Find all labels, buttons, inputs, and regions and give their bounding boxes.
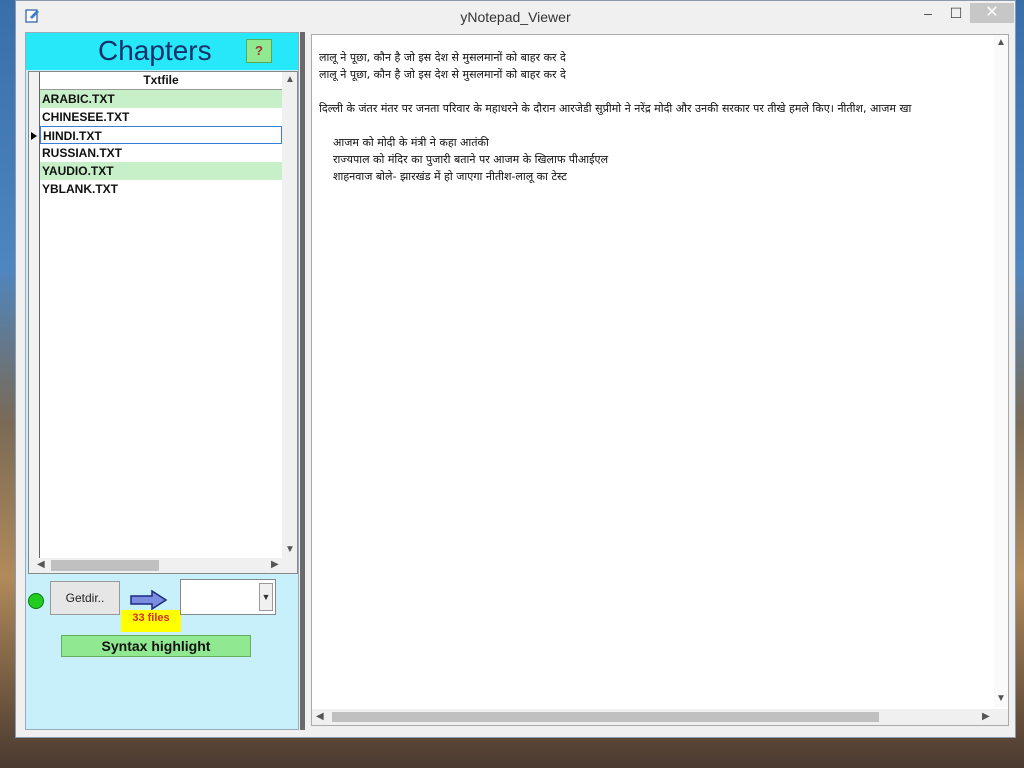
grid-horizontal-scrollbar[interactable]: ◀ ▶ — [29, 558, 297, 573]
text-line: लालू ने पूछा, कौन है जो इस देश से मुसलमा… — [319, 68, 566, 81]
file-row[interactable]: YBLANK.TXT — [40, 180, 282, 198]
help-button[interactable]: ? — [246, 39, 272, 63]
file-row[interactable]: RUSSIAN.TXT — [40, 144, 282, 162]
text-line — [319, 117, 989, 134]
chevron-down-icon[interactable]: ▼ — [259, 583, 273, 611]
close-button[interactable]: ✕ — [970, 3, 1014, 23]
column-header-txtfile[interactable]: Txtfile — [40, 72, 282, 90]
title-bar[interactable]: yNotepad_Viewer – ☐ ✕ — [16, 1, 1015, 32]
text-line — [319, 83, 989, 100]
panel-splitter[interactable] — [300, 32, 305, 730]
file-filter-dropdown[interactable]: ▼ — [180, 579, 276, 615]
maximize-button[interactable]: ☐ — [942, 3, 970, 23]
window-title: yNotepad_Viewer — [460, 9, 571, 25]
row-indicator-column — [29, 72, 40, 558]
minimize-button[interactable]: – — [914, 3, 942, 23]
chapters-panel: Chapters ? Txtfile ARABIC.TXT CHINESEE.T… — [25, 32, 299, 730]
scroll-left-icon[interactable]: ◀ — [37, 559, 45, 570]
scroll-left-icon[interactable]: ◀ — [316, 711, 324, 722]
file-row[interactable]: YAUDIO.TXT — [40, 162, 282, 180]
syntax-highlight-button[interactable]: Syntax highlight — [61, 635, 251, 657]
scroll-right-icon[interactable]: ▶ — [982, 711, 990, 722]
viewer-horizontal-scrollbar[interactable]: ◀ ▶ — [312, 709, 1008, 725]
text-line: राज्यपाल को मंदिर का पुजारी बताने पर आजम… — [319, 153, 609, 166]
app-window: yNotepad_Viewer – ☐ ✕ Chapters ? Txtfile… — [15, 0, 1016, 738]
file-row[interactable]: ARABIC.TXT — [40, 90, 282, 108]
viewer-vertical-scrollbar[interactable]: ▲ ▼ — [994, 35, 1008, 707]
text-line: आजम को मोदी के मंत्री ने कहा आतंकी — [319, 136, 489, 149]
scroll-up-icon[interactable]: ▲ — [996, 37, 1006, 48]
chapters-header: Chapters ? — [26, 33, 298, 70]
file-row-selected[interactable]: HINDI.TXT — [40, 126, 282, 144]
text-content[interactable]: लालू ने पूछा, कौन है जो इस देश से मुसलमा… — [319, 49, 989, 709]
grid-hscroll-thumb[interactable] — [51, 560, 159, 571]
scroll-down-icon[interactable]: ▼ — [285, 544, 295, 555]
scroll-up-icon[interactable]: ▲ — [285, 74, 295, 85]
text-viewer[interactable]: लालू ने पूछा, कौन है जो इस देश से मुसलमा… — [311, 34, 1009, 726]
grid-vertical-scrollbar[interactable]: ▲ ▼ — [282, 72, 297, 558]
getdir-button[interactable]: Getdir.. — [50, 581, 120, 615]
current-row-marker-icon — [31, 132, 37, 140]
viewer-hscroll-thumb[interactable] — [332, 712, 879, 722]
status-indicator-icon — [28, 593, 44, 609]
arrow-right-icon[interactable] — [130, 589, 168, 611]
file-row[interactable]: CHINESEE.TXT — [40, 108, 282, 126]
text-line: लालू ने पूछा, कौन है जो इस देश से मुसलमा… — [319, 51, 566, 64]
file-count-badge: 33 files — [121, 610, 181, 632]
chapters-title: Chapters — [98, 35, 212, 66]
text-line: शाहनवाज बोले- झारखंड में हो जाएगा नीतीश-… — [319, 170, 567, 183]
file-grid[interactable]: Txtfile ARABIC.TXT CHINESEE.TXT HINDI.TX… — [28, 71, 298, 574]
text-line: दिल्ली के जंतर मंतर पर जनता परिवार के मह… — [319, 102, 912, 115]
scroll-down-icon[interactable]: ▼ — [996, 693, 1006, 704]
scroll-right-icon[interactable]: ▶ — [271, 559, 279, 570]
